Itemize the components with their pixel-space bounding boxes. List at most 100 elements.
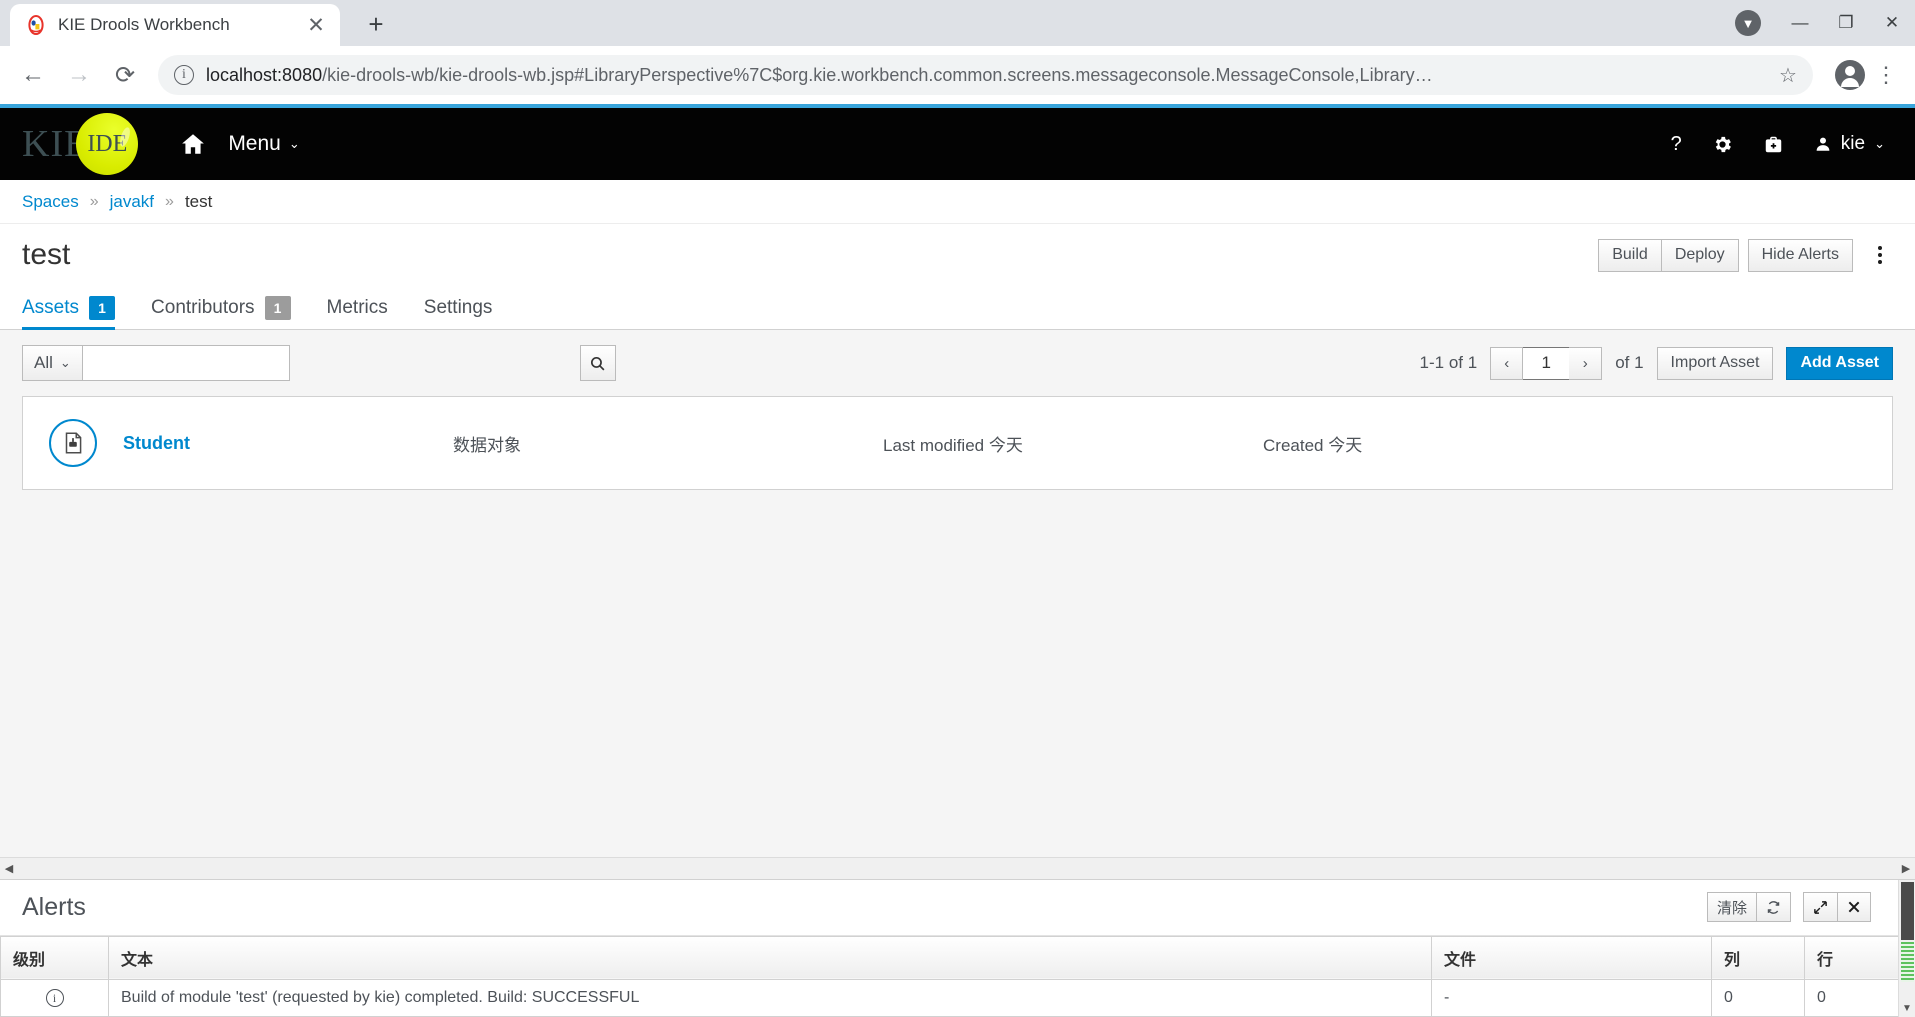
info-icon: i: [45, 989, 64, 1007]
breadcrumb-item-javakf[interactable]: javakf: [110, 192, 154, 212]
assets-pagination: 1-1 of 1 ‹ 1 › of 1 Import Asset Add Ass…: [1420, 346, 1893, 380]
scroll-left-icon[interactable]: ◀: [0, 862, 18, 875]
breadcrumb-separator: »: [89, 192, 99, 210]
user-icon: [1816, 137, 1830, 151]
alerts-table: 级别 文本 文件 列 行 i Build of module 'test' (r…: [0, 935, 1915, 1017]
browser-chrome: KIE Drools Workbench ✕ + ▼ — ❐ ✕ ← → ⟳ i…: [0, 0, 1915, 104]
address-bar[interactable]: i localhost:8080/kie-drools-wb/kie-drool…: [158, 55, 1813, 95]
tab-contributors-label: Contributors: [151, 296, 255, 318]
project-tabs: Assets 1 Contributors 1 Metrics Settings: [0, 286, 1915, 330]
data-object-icon: [49, 419, 97, 467]
scrollbar-track[interactable]: [18, 860, 1897, 876]
scroll-right-icon[interactable]: ▶: [1897, 862, 1915, 875]
address-bar-url: localhost:8080/kie-drools-wb/kie-drools-…: [206, 65, 1759, 86]
scrollbar-marks: [1900, 941, 1914, 982]
back-icon[interactable]: ←: [12, 54, 54, 96]
asset-type-filter[interactable]: All ⌄: [22, 345, 82, 381]
column-header-level[interactable]: 级别: [0, 935, 109, 980]
refresh-glyph: [1767, 900, 1780, 914]
pagination-next-button[interactable]: ›: [1569, 346, 1603, 380]
expand-icon[interactable]: [1803, 892, 1838, 922]
chevron-down-icon: ⌄: [59, 355, 71, 370]
assets-list: Student 数据对象 Last modified 今天 Created 今天: [22, 396, 1893, 490]
deploy-button[interactable]: Deploy: [1661, 238, 1739, 272]
close-icon[interactable]: ✕: [302, 15, 330, 36]
pagination-page-input[interactable]: 1: [1523, 346, 1570, 380]
build-button[interactable]: Build: [1598, 238, 1662, 272]
page-overflow-menu-icon[interactable]: [1865, 246, 1895, 264]
tab-settings[interactable]: Settings: [406, 286, 511, 329]
pagination-prev-button[interactable]: ‹: [1490, 346, 1524, 380]
alert-text-cell: Build of module 'test' (requested by kie…: [108, 978, 1432, 1017]
chevron-down-icon: ⌄: [288, 136, 300, 151]
home-icon[interactable]: [180, 131, 206, 157]
kie-logo[interactable]: KIE IDE: [22, 113, 139, 175]
extension-badge-icon[interactable]: ▼: [1735, 10, 1761, 36]
help-icon[interactable]: ?: [1671, 133, 1682, 156]
breadcrumb-item-spaces[interactable]: Spaces: [22, 192, 79, 212]
scrollbar-thumb[interactable]: [1900, 881, 1914, 940]
reload-icon[interactable]: ⟳: [104, 54, 146, 96]
breadcrumb-separator: »: [165, 192, 174, 210]
breadcrumb: Spaces » javakf » test: [0, 180, 1915, 224]
hide-alerts-button[interactable]: Hide Alerts: [1747, 238, 1853, 272]
list-item[interactable]: Student 数据对象 Last modified 今天 Created 今天: [23, 397, 1892, 489]
site-info-icon[interactable]: i: [174, 65, 194, 85]
search-input[interactable]: [81, 345, 290, 381]
vertical-scrollbar[interactable]: ▼: [1898, 879, 1915, 1017]
page-actions: Build Deploy Hide Alerts: [1598, 238, 1895, 272]
tab-settings-label: Settings: [423, 296, 493, 318]
browser-tab[interactable]: KIE Drools Workbench ✕: [10, 4, 340, 46]
tab-contributors-badge: 1: [264, 295, 291, 320]
forward-icon[interactable]: →: [58, 54, 100, 96]
column-header-column[interactable]: 列: [1711, 935, 1805, 980]
table-header-row: 级别 文本 文件 列 行: [0, 935, 1915, 980]
close-alerts-button[interactable]: [1838, 892, 1871, 922]
column-header-file[interactable]: 文件: [1431, 935, 1712, 980]
tab-metrics[interactable]: Metrics: [309, 286, 406, 329]
user-menu[interactable]: kie ⌄: [1814, 133, 1885, 155]
close-icon: [1848, 901, 1860, 913]
chevron-down-icon: ⌄: [1874, 136, 1885, 151]
alert-level-cell: i: [0, 978, 109, 1017]
toolbox-icon[interactable]: [1763, 134, 1784, 155]
scroll-down-icon[interactable]: ▼: [1902, 1000, 1912, 1017]
gear-icon[interactable]: [1712, 134, 1733, 155]
minimize-button[interactable]: —: [1777, 0, 1823, 46]
clear-alerts-button[interactable]: 清除: [1706, 892, 1757, 922]
url-host: localhost:8080: [206, 64, 323, 85]
add-asset-button[interactable]: Add Asset: [1786, 346, 1893, 380]
drools-favicon-icon: [26, 15, 46, 35]
window-close-button[interactable]: ✕: [1869, 0, 1915, 46]
profile-avatar[interactable]: [1835, 60, 1865, 90]
maximize-button[interactable]: ❐: [1823, 0, 1869, 46]
tab-assets-label: Assets: [22, 296, 80, 318]
horizontal-scrollbar[interactable]: ◀ ▶: [0, 856, 1915, 879]
browser-tab-title: KIE Drools Workbench: [58, 15, 230, 34]
alert-column-cell: 0: [1711, 978, 1805, 1017]
refresh-icon[interactable]: [1757, 892, 1791, 922]
asset-last-modified: Last modified 今天: [883, 435, 1023, 455]
browser-toolbar: ← → ⟳ i localhost:8080/kie-drools-wb/kie…: [0, 46, 1915, 104]
new-tab-button[interactable]: +: [358, 9, 394, 46]
browser-tabstrip: KIE Drools Workbench ✕ + ▼ — ❐ ✕: [0, 0, 1915, 46]
browser-menu-icon[interactable]: ⋮: [1869, 62, 1903, 88]
import-asset-button[interactable]: Import Asset: [1656, 346, 1774, 380]
tab-metrics-label: Metrics: [326, 296, 388, 318]
search-button[interactable]: [579, 345, 616, 381]
asset-name-link[interactable]: Student: [123, 433, 453, 454]
main-menu-button[interactable]: Menu ⌄: [228, 132, 299, 156]
alerts-toolbar: 清除: [1706, 892, 1897, 922]
alerts-window-group: [1803, 892, 1871, 922]
tab-assets[interactable]: Assets 1: [22, 286, 133, 330]
breadcrumb-item-test: test: [184, 191, 213, 211]
table-row[interactable]: i Build of module 'test' (requested by k…: [0, 978, 1915, 1017]
user-menu-label: kie: [1840, 133, 1866, 154]
bookmark-star-icon[interactable]: ☆: [1771, 63, 1805, 88]
assets-area: All ⌄ 1-1 of 1 ‹ 1 › of 1 Import Asset A…: [0, 330, 1915, 879]
assets-toolbar: All ⌄ 1-1 of 1 ‹ 1 › of 1 Import Asset A…: [0, 330, 1915, 396]
tab-contributors[interactable]: Contributors 1: [133, 286, 309, 329]
column-header-text[interactable]: 文本: [108, 935, 1432, 980]
tab-assets-badge: 1: [89, 295, 116, 320]
masthead-actions: ? kie ⌄: [1671, 133, 1893, 156]
